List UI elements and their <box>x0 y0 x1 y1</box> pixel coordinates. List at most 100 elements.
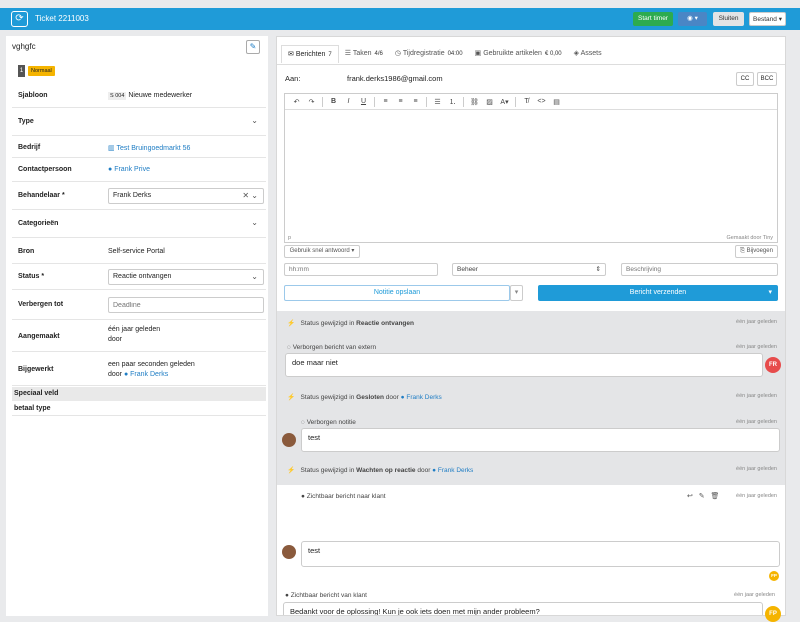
message-type-label: Verborgen notitie <box>306 419 356 426</box>
status-value: Reactie ontvangen <box>113 273 172 280</box>
start-timer-button[interactable]: Start timer <box>633 12 673 26</box>
paste-icon[interactable]: ▤ <box>549 98 564 106</box>
save-note-button[interactable]: Notitie opslaan <box>284 285 510 301</box>
bolt-icon: ⚡ <box>287 320 296 327</box>
bold-icon[interactable]: B <box>326 98 341 105</box>
align-center-icon[interactable]: ≡ <box>393 98 408 105</box>
align-left-icon[interactable]: ≡ <box>378 98 393 105</box>
type-row[interactable]: Type ⌄ <box>12 108 266 136</box>
code-icon[interactable]: <> <box>534 98 549 105</box>
close-button[interactable]: Sluiten <box>713 12 744 26</box>
message-type-label: Zichtbaar bericht van klant <box>290 592 367 599</box>
timestamp: één jaar geleden <box>734 592 775 598</box>
avatar-photo <box>282 433 296 447</box>
editor-toolbar: ↶ ↷ B I U ≡ ≡ ≡ ☰ ⒈ ⛓ ▨ A▾ T̸ <> ▤ <box>285 94 777 110</box>
tab-time-label: Tijdregistratie <box>402 50 445 57</box>
align-right-icon[interactable]: ≡ <box>408 98 423 105</box>
message-editor[interactable]: ↶ ↷ B I U ≡ ≡ ≡ ☰ ⒈ ⛓ ▨ A▾ T̸ <> ▤ p Gem… <box>284 93 778 243</box>
status-change-text: Status gewijzigd in <box>300 394 355 401</box>
bcc-button[interactable]: BCC <box>757 72 777 86</box>
redo-icon[interactable]: ↷ <box>304 98 319 106</box>
updated-value: een paar seconden geleden <box>108 361 195 368</box>
refresh-icon[interactable]: ⟳ <box>11 11 28 27</box>
hide-until-row: Verbergen tot <box>12 290 266 320</box>
numbered-list-icon[interactable]: ⒈ <box>445 97 460 107</box>
visibility-button[interactable]: ◉ ▾ <box>678 12 707 26</box>
user-link[interactable]: ● Frank Derks <box>432 467 473 474</box>
chevron-down-icon[interactable]: ⌄ <box>251 116 258 125</box>
trash-icon[interactable]: 🗑 <box>710 493 719 500</box>
deadline-input[interactable] <box>108 297 264 313</box>
contact-value: Frank Prive <box>114 166 150 173</box>
edit-pencil-icon[interactable]: ✎ <box>246 40 260 54</box>
updated-user: Frank Derks <box>130 371 169 378</box>
user-link[interactable]: ● Frank Derks <box>401 394 442 401</box>
tab-tasks[interactable]: ☰ Taken 4/6 <box>339 45 389 63</box>
tab-assets[interactable]: ◈ Assets <box>568 45 608 63</box>
updated-row: Bijgewerkt een paar seconden geleden doo… <box>12 352 266 386</box>
timestamp: één jaar geleden <box>736 393 777 399</box>
reply-icon[interactable]: ↩ <box>687 493 693 500</box>
quick-answer-label: Gebruik snel antwoord <box>289 248 350 254</box>
time-input[interactable] <box>284 263 438 276</box>
comment-icon: ● <box>301 493 305 500</box>
save-note-dropdown[interactable]: ▾ <box>510 285 523 301</box>
hide-until-label: Verbergen tot <box>18 301 64 308</box>
status-row: Status * Reactie ontvangen ⌄ <box>12 264 266 290</box>
attach-label: Bijvoegen <box>746 248 773 254</box>
chevron-down-icon[interactable]: ⌄ <box>251 270 258 284</box>
timestamp: één jaar geleden <box>736 466 777 472</box>
updated-user-link[interactable]: ● Frank Derks <box>124 371 168 378</box>
company-label: Bedrijf <box>18 144 41 151</box>
manage-select[interactable]: Beheer ⇕ <box>452 263 606 276</box>
categories-row[interactable]: Categorieën ⌄ <box>12 210 266 238</box>
image-icon[interactable]: ▨ <box>482 98 497 106</box>
bullet-list-icon[interactable]: ☰ <box>430 98 445 106</box>
contact-link[interactable]: ● Frank Prive <box>108 166 150 173</box>
attach-button[interactable]: ⎘ Bijvoegen <box>735 245 778 258</box>
text-color-icon[interactable]: A▾ <box>497 98 512 106</box>
chevron-down-icon[interactable]: ▾ <box>768 285 772 301</box>
updated-by: door ● Frank Derks <box>108 371 168 378</box>
status-change-value: Gesloten <box>356 394 384 401</box>
timestamp: één jaar geleden <box>736 344 777 350</box>
cc-button[interactable]: CC <box>736 72 754 86</box>
description-input[interactable] <box>621 263 778 276</box>
send-message-button[interactable]: Bericht verzenden ▾ <box>538 285 778 301</box>
special-field-header: Speciaal veld <box>12 387 266 401</box>
status-change-text: Status gewijzigd in <box>300 467 355 474</box>
clear-format-icon[interactable]: T̸ <box>519 98 534 105</box>
toolbar-separator <box>515 96 516 107</box>
contact-row: Contactpersoon ● Frank Prive <box>12 158 266 182</box>
handler-value: Frank Derks <box>113 192 152 199</box>
undo-icon[interactable]: ↶ <box>289 98 304 106</box>
company-link[interactable]: ▥ Test Bruingoedmarkt 56 <box>108 144 190 152</box>
to-value[interactable]: frank.derks1986@gmail.com <box>347 74 443 83</box>
italic-icon[interactable]: I <box>341 98 356 105</box>
editor-path: p <box>288 235 292 241</box>
user-name: Frank Derks <box>437 467 474 474</box>
tab-tasks-count: 4/6 <box>374 51 383 57</box>
bolt-icon: ⚡ <box>287 394 296 401</box>
timeline-status-change: ⚡ Status gewijzigd in Wachten op reactie… <box>287 466 777 474</box>
source-label: Bron <box>18 248 35 255</box>
pencil-icon[interactable]: ✎ <box>699 493 705 500</box>
link-icon[interactable]: ⛓ <box>467 98 482 106</box>
quick-answer-button[interactable]: Gebruik snel antwoord ▾ <box>284 245 360 258</box>
tab-messages-label: Berichten <box>295 51 326 58</box>
timeline-status-change: ⚡ Status gewijzigd in Reactie ontvangen é… <box>287 319 777 327</box>
tab-messages[interactable]: ✉ Berichten 7 <box>281 45 339 63</box>
clear-and-chevron-icon[interactable]: ✕ ⌄ <box>242 189 258 203</box>
tab-articles[interactable]: ▣ Gebruikte artikelen € 0,00 <box>469 45 568 63</box>
file-menu-button[interactable]: Bestand ▾ <box>749 12 786 26</box>
tab-time[interactable]: ◷ Tijdregistratie 04:00 <box>389 45 469 63</box>
tab-messages-count: 7 <box>328 52 332 58</box>
handler-select[interactable]: Frank Derks ✕ ⌄ <box>108 188 264 204</box>
bolt-icon: ⚡ <box>287 467 296 474</box>
underline-icon[interactable]: U <box>356 98 371 105</box>
chevron-down-icon[interactable]: ⌄ <box>251 218 258 227</box>
ticket-name: vghgfc <box>12 42 36 51</box>
updated-by-label: door <box>108 371 123 378</box>
message-type-label: Verborgen bericht van extern <box>292 344 377 351</box>
status-select[interactable]: Reactie ontvangen ⌄ <box>108 269 264 285</box>
